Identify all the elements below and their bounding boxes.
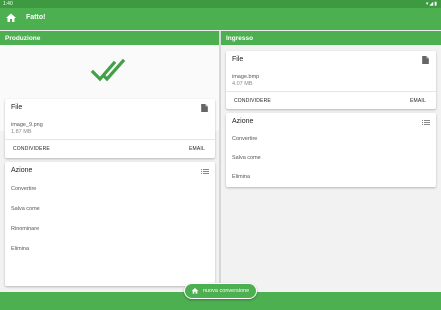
file-card-title: File xyxy=(232,56,244,63)
output-action-card: Azione Convertire Salva come Rinominare … xyxy=(5,162,215,286)
file-size: 4.07 MB xyxy=(232,81,253,87)
email-button[interactable]: EMAIL xyxy=(189,146,205,152)
action-convert[interactable]: Convertire xyxy=(232,136,257,142)
list-icon xyxy=(201,169,209,174)
input-pane: Ingresso File image.bmp 4.07 MB CONDIVID… xyxy=(221,31,441,292)
action-save-as[interactable]: Salva come xyxy=(11,206,40,212)
action-card-title: Azione xyxy=(232,118,254,125)
home-icon xyxy=(191,288,199,294)
action-delete[interactable]: Elimina xyxy=(11,246,29,252)
home-icon[interactable] xyxy=(5,12,17,24)
card-divider xyxy=(226,91,436,92)
action-delete[interactable]: Elimina xyxy=(232,174,250,180)
output-file-card: File image_9.png 1.87 MB CONDIVIDERE EMA… xyxy=(5,99,215,158)
share-button[interactable]: CONDIVIDERE xyxy=(13,146,50,152)
action-convert[interactable]: Convertire xyxy=(11,186,36,192)
email-button[interactable]: EMAIL xyxy=(410,98,426,104)
list-icon xyxy=(422,120,430,125)
output-pane-header: Produzione xyxy=(0,31,219,45)
file-size: 1.87 MB xyxy=(11,129,32,135)
status-icons: ▾◢▮ xyxy=(425,1,438,7)
status-time: 1:40 xyxy=(3,1,13,7)
action-rename[interactable]: Rinominare xyxy=(11,226,39,232)
app-bar: Fatto! xyxy=(0,8,441,30)
status-bar: 1:40 ▾◢▮ xyxy=(0,0,441,8)
file-icon xyxy=(422,56,429,64)
output-pane: Produzione File image_9.png 1.87 MB COND… xyxy=(0,31,219,292)
input-file-card: File image.bmp 4.07 MB CONDIVIDERE EMAIL xyxy=(226,51,436,109)
input-pane-header: Ingresso xyxy=(221,31,441,45)
share-button[interactable]: CONDIVIDERE xyxy=(234,98,271,104)
card-divider xyxy=(5,139,215,140)
new-conversion-button[interactable]: nuova conversione xyxy=(184,283,257,299)
file-name: image.bmp xyxy=(232,74,260,80)
file-card-title: File xyxy=(11,104,23,111)
app-title: Fatto! xyxy=(26,14,46,21)
action-save-as[interactable]: Salva come xyxy=(232,155,261,161)
new-conversion-label: nuova conversione xyxy=(203,288,250,294)
action-card-title: Azione xyxy=(11,167,33,174)
file-icon xyxy=(201,104,208,112)
file-name: image_9.png xyxy=(11,122,43,128)
input-action-card: Azione Convertire Salva come Elimina xyxy=(226,113,436,187)
double-check-icon xyxy=(90,58,126,82)
